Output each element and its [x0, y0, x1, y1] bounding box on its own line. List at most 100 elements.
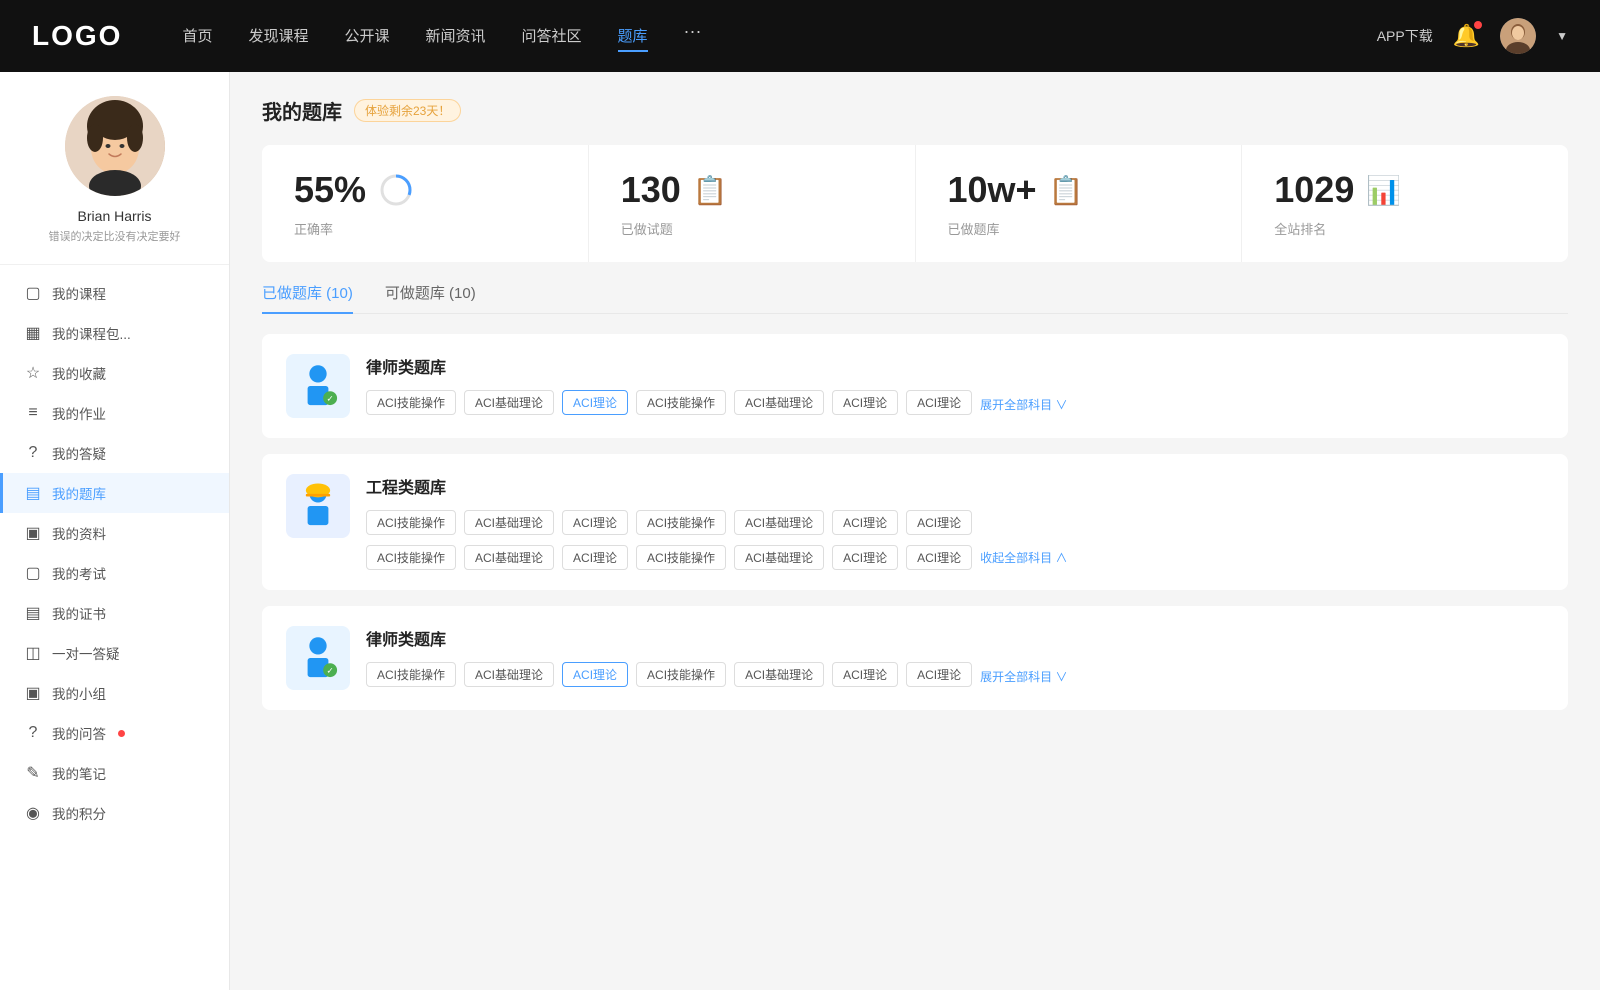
nav-more[interactable]: ···: [684, 21, 702, 52]
nav-home[interactable]: 首页: [182, 21, 212, 52]
sidebar-item-group[interactable]: ▣ 我的小组: [0, 673, 229, 713]
eng-tag2-3[interactable]: ACI技能操作: [636, 545, 726, 570]
sidebar-item-one-on-one[interactable]: ◫ 一对一答疑: [0, 633, 229, 673]
tag-6[interactable]: ACI理论: [906, 390, 972, 415]
qbank-tags-lawyer-2: ACI技能操作 ACI基础理论 ACI理论 ACI技能操作 ACI基础理论 AC…: [366, 662, 1544, 687]
l2-tag-5[interactable]: ACI理论: [832, 662, 898, 687]
tabs-row: 已做题库 (10) 可做题库 (10): [262, 282, 1568, 314]
qbank-expand-3[interactable]: 展开全部科目 ∨: [980, 668, 1067, 685]
notification-bell[interactable]: 🔔: [1453, 23, 1480, 49]
user-avatar[interactable]: [1500, 18, 1536, 54]
l2-tag-0[interactable]: ACI技能操作: [366, 662, 456, 687]
stat-done-questions: 130 📋 已做试题: [589, 145, 916, 262]
nav-news[interactable]: 新闻资讯: [426, 21, 486, 52]
sidebar-item-label: 我的笔记: [52, 763, 106, 783]
sidebar-item-label: 我的收藏: [52, 363, 106, 383]
eng-tag2-0[interactable]: ACI技能操作: [366, 545, 456, 570]
user-menu-chevron[interactable]: ▼: [1556, 29, 1568, 43]
eng-tag-0[interactable]: ACI技能操作: [366, 510, 456, 535]
eng-tag2-2[interactable]: ACI理论: [562, 545, 628, 570]
eng-tag-2[interactable]: ACI理论: [562, 510, 628, 535]
eng-tag-3[interactable]: ACI技能操作: [636, 510, 726, 535]
sidebar-item-course[interactable]: ▢ 我的课程: [0, 273, 229, 313]
eng-tag-1[interactable]: ACI基础理论: [464, 510, 554, 535]
qbank-content-lawyer-1: 律师类题库 ACI技能操作 ACI基础理论 ACI理论 ACI技能操作 ACI基…: [366, 354, 1544, 415]
sidebar-item-label: 我的积分: [52, 803, 106, 823]
sidebar-item-questions[interactable]: ? 我的问答: [0, 713, 229, 753]
course-package-icon: ▦: [24, 323, 42, 343]
eng-tag2-5[interactable]: ACI理论: [832, 545, 898, 570]
qbank-tags-engineer-row2: ACI技能操作 ACI基础理论 ACI理论 ACI技能操作 ACI基础理论 AC…: [366, 545, 1544, 570]
site-rank-icon: 📊: [1366, 174, 1401, 207]
star-icon: ☆: [24, 363, 42, 383]
tag-1[interactable]: ACI基础理论: [464, 390, 554, 415]
eng-tag2-1[interactable]: ACI基础理论: [464, 545, 554, 570]
sidebar-item-certificate[interactable]: ▤ 我的证书: [0, 593, 229, 633]
qbank-title-lawyer-1: 律师类题库: [366, 354, 1544, 378]
questions-dot: [118, 730, 125, 737]
qbank-icon: ▤: [24, 483, 42, 503]
eng-tag-6[interactable]: ACI理论: [906, 510, 972, 535]
l2-tag-1[interactable]: ACI基础理论: [464, 662, 554, 687]
qbank-expand-engineer[interactable]: 收起全部科目 ∧: [980, 549, 1067, 570]
sidebar-item-points[interactable]: ◉ 我的积分: [0, 793, 229, 833]
lawyer-icon: ✓: [292, 360, 344, 412]
nav-links: 首页 发现课程 公开课 新闻资讯 问答社区 题库 ···: [182, 21, 1376, 52]
cert-icon: ▤: [24, 603, 42, 623]
tag-0[interactable]: ACI技能操作: [366, 390, 456, 415]
chat-icon: ◫: [24, 643, 42, 663]
sidebar-item-course-package[interactable]: ▦ 我的课程包...: [0, 313, 229, 353]
sidebar-item-homework[interactable]: ≡ 我的作业: [0, 393, 229, 433]
sidebar-item-notes[interactable]: ✎ 我的笔记: [0, 753, 229, 793]
stats-row: 55% 正确率 130 📋 已做试题: [262, 145, 1568, 262]
trial-badge: 体验剩余23天！: [354, 99, 461, 122]
course-icon: ▢: [24, 283, 42, 303]
navbar: LOGO 首页 发现课程 公开课 新闻资讯 问答社区 题库 ··· APP下载 …: [0, 0, 1600, 72]
svg-text:✓: ✓: [327, 666, 334, 676]
sidebar-item-qa[interactable]: ? 我的答疑: [0, 433, 229, 473]
app-download-button[interactable]: APP下载: [1377, 26, 1433, 46]
tag-3[interactable]: ACI技能操作: [636, 390, 726, 415]
profile-icon: ▣: [24, 523, 42, 543]
l2-tag-2[interactable]: ACI理论: [562, 662, 628, 687]
nav-qa[interactable]: 问答社区: [522, 21, 582, 52]
l2-tag-6[interactable]: ACI理论: [906, 662, 972, 687]
qbank-icon-wrap-lawyer: ✓: [286, 354, 350, 418]
eng-tag2-4[interactable]: ACI基础理论: [734, 545, 824, 570]
tag-2[interactable]: ACI理论: [562, 390, 628, 415]
eng-tag-4[interactable]: ACI基础理论: [734, 510, 824, 535]
notes-icon: ✎: [24, 763, 42, 783]
tag-5[interactable]: ACI理论: [832, 390, 898, 415]
sidebar-item-exam[interactable]: ▢ 我的考试: [0, 553, 229, 593]
lawyer-icon-2: ✓: [292, 632, 344, 684]
eng-tag2-6[interactable]: ACI理论: [906, 545, 972, 570]
qbank-content-lawyer-2: 律师类题库 ACI技能操作 ACI基础理论 ACI理论 ACI技能操作 ACI基…: [366, 626, 1544, 687]
qbank-expand-1[interactable]: 展开全部科目 ∨: [980, 396, 1067, 413]
sidebar-item-label: 我的资料: [52, 523, 106, 543]
eng-tag-5[interactable]: ACI理论: [832, 510, 898, 535]
nav-qbank[interactable]: 题库: [618, 21, 648, 52]
qbank-tags-engineer-row1: ACI技能操作 ACI基础理论 ACI理论 ACI技能操作 ACI基础理论 AC…: [366, 510, 1544, 535]
stat-accuracy: 55% 正确率: [262, 145, 589, 262]
l2-tag-4[interactable]: ACI基础理论: [734, 662, 824, 687]
nav-opencourse[interactable]: 公开课: [344, 21, 389, 52]
sidebar-item-label: 一对一答疑: [52, 643, 120, 663]
tab-available-banks[interactable]: 可做题库 (10): [385, 282, 476, 313]
sidebar-item-profile[interactable]: ▣ 我的资料: [0, 513, 229, 553]
sidebar-item-label: 我的课程: [52, 283, 106, 303]
sidebar-item-favorites[interactable]: ☆ 我的收藏: [0, 353, 229, 393]
l2-tag-3[interactable]: ACI技能操作: [636, 662, 726, 687]
page-title: 我的题库: [262, 96, 342, 125]
sidebar-profile: Brian Harris 错误的决定比没有决定要好: [0, 96, 229, 265]
nav-discover[interactable]: 发现课程: [248, 21, 308, 52]
sidebar-item-qbank[interactable]: ▤ 我的题库: [0, 473, 229, 513]
sidebar-item-label: 我的作业: [52, 403, 106, 423]
engineer-icon: [292, 480, 344, 532]
tab-done-banks[interactable]: 已做题库 (10): [262, 282, 353, 313]
profile-avatar: [65, 96, 165, 196]
sidebar-item-label: 我的问答: [52, 723, 106, 743]
sidebar-item-label: 我的题库: [52, 483, 106, 503]
tag-4[interactable]: ACI基础理论: [734, 390, 824, 415]
qbank-tags-lawyer-1: ACI技能操作 ACI基础理论 ACI理论 ACI技能操作 ACI基础理论 AC…: [366, 390, 1544, 415]
accuracy-label: 正确率: [294, 219, 556, 238]
